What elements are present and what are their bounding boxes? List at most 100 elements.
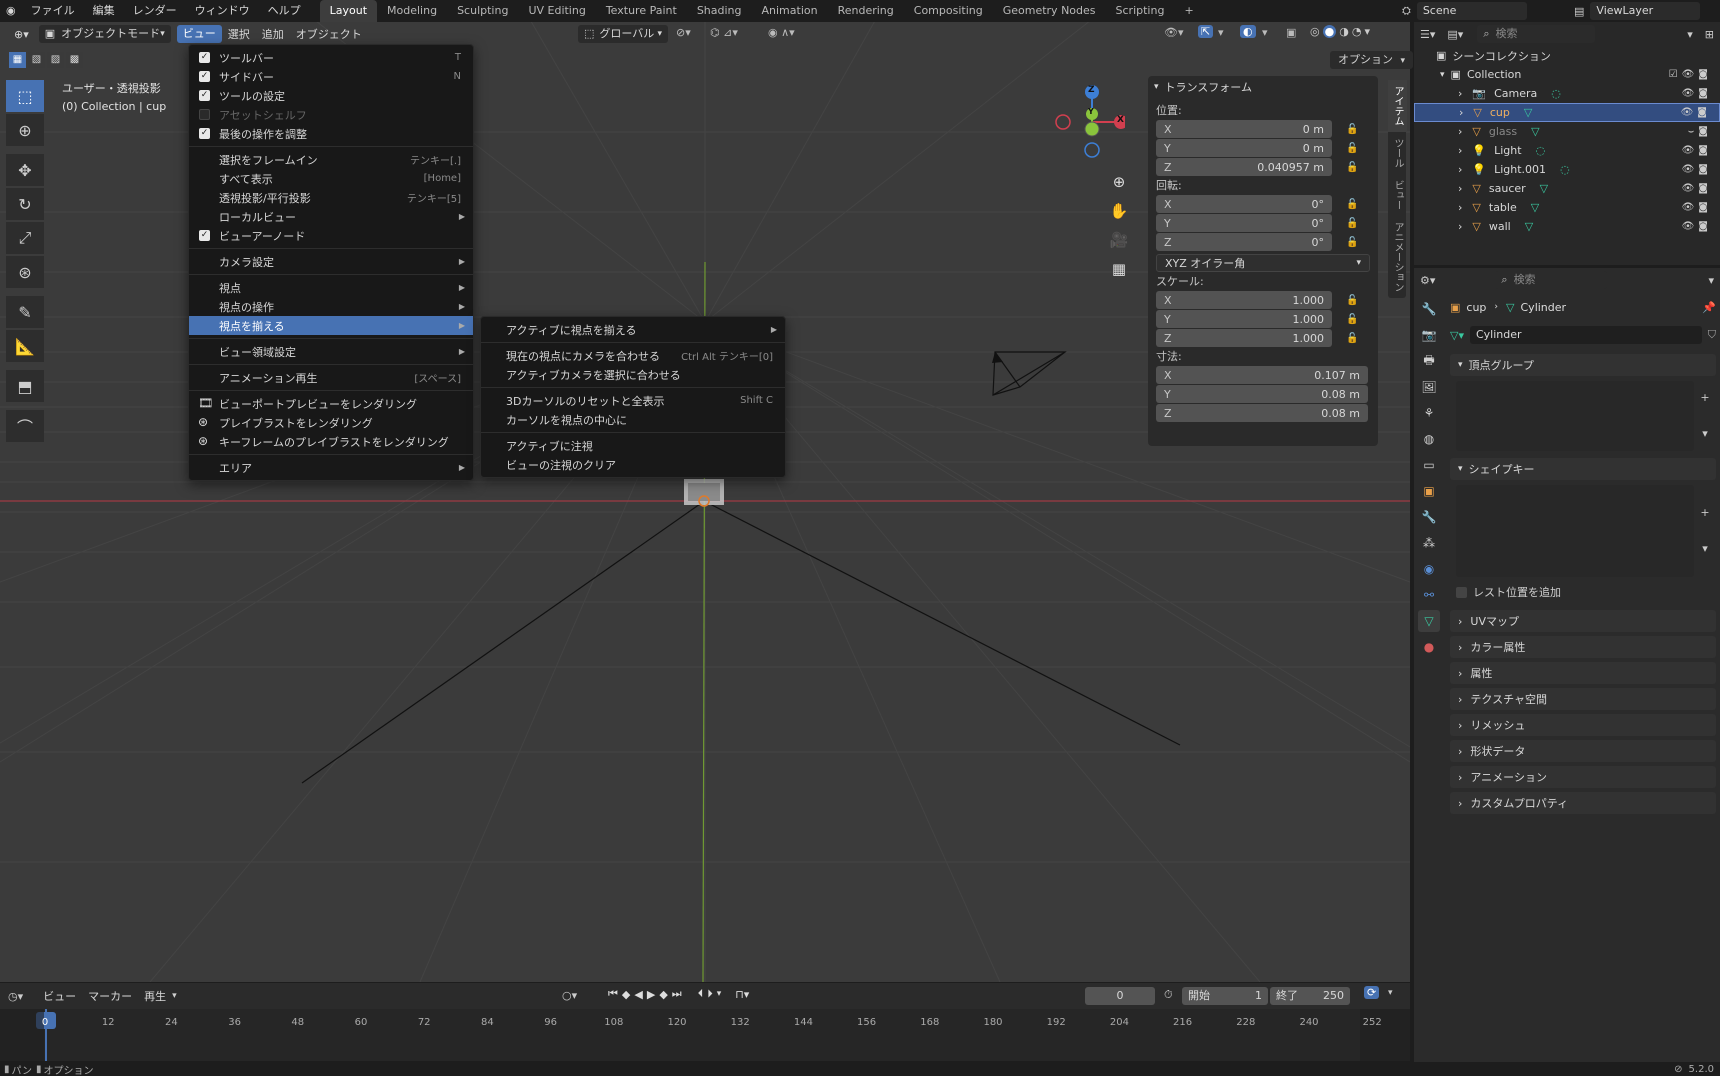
checkbox-icon[interactable] (199, 109, 210, 120)
vertex-groups-header[interactable]: ▾ 頂点グループ (1450, 354, 1716, 376)
zoom-icon[interactable]: ⊕ (1108, 168, 1130, 197)
transform-panel-header[interactable]: ▾ トランスフォーム (1148, 76, 1378, 98)
fake-user-icon[interactable]: ⛉ (1708, 328, 1716, 342)
shape-keys-listbox[interactable] (1456, 485, 1694, 577)
tab-layout[interactable]: Layout (319, 0, 378, 22)
chevron-right-icon[interactable]: › (1458, 87, 1462, 100)
align-menu-item[interactable]: 現在の視点にカメラを合わせる Ctrl Alt テンキー[0] (481, 346, 785, 365)
collapsed-panel-header[interactable]: › 形状データ (1450, 740, 1716, 762)
particles-tab-icon[interactable]: ⁂ (1418, 532, 1440, 554)
editor-type-icon[interactable]: ⊕▾ (8, 28, 35, 41)
view-menu-item[interactable]: 選択をフレームイン テンキー[.] (189, 150, 473, 169)
location-field[interactable]: X 0 m (1156, 120, 1332, 138)
lock-icon[interactable]: 🔓 (1346, 237, 1358, 248)
rotation-mode-dropdown[interactable]: XYZ オイラー角 ▾ (1156, 254, 1370, 272)
tab-animation[interactable]: Animation (752, 0, 828, 22)
menu-view[interactable]: ビュー (176, 25, 222, 43)
menu-window[interactable]: ウィンドウ (186, 0, 259, 22)
render-tab-icon[interactable]: 📷 (1418, 324, 1440, 346)
scene-collection-row[interactable]: ▣ シーンコレクション (1414, 46, 1720, 65)
chevron-down-icon[interactable]: ▾ (1388, 988, 1393, 998)
chevron-right-icon[interactable]: › (1458, 220, 1462, 233)
rotation-field[interactable]: Y 0° (1156, 214, 1332, 232)
transform-orientation-dropdown[interactable]: ⬚ グローバル ▾ (578, 25, 668, 43)
lock-icon[interactable]: 🔓 (1346, 314, 1358, 325)
proportional-edit-icon[interactable]: ◉ ∧▾ (768, 26, 795, 39)
menu-select[interactable]: 選択 (222, 26, 256, 42)
editor-type-icon[interactable]: ◷▾ (8, 990, 23, 1003)
collapsed-panel-header[interactable]: › リメッシュ (1450, 714, 1716, 736)
curve-tool-icon[interactable]: ⌒ (6, 410, 44, 442)
viewlayer-name-field[interactable]: ViewLayer (1590, 2, 1701, 20)
dimensions-field[interactable]: X 0.107 m (1156, 366, 1368, 384)
rest-position-checkbox[interactable] (1456, 586, 1467, 598)
chevron-down-icon[interactable]: ▾ (1364, 25, 1370, 38)
location-field[interactable]: Z 0.040957 m (1156, 158, 1332, 176)
xray-icon[interactable]: ▣ (1286, 26, 1296, 39)
cursor-tool-icon[interactable]: ⊕ (6, 114, 44, 146)
vertex-groups-listbox[interactable] (1456, 381, 1694, 451)
scene-selector[interactable]: ⛭ Scene (1402, 2, 1527, 20)
frame-ruler[interactable]: 0 12 24 36 48 60 72 84 96 108 120 132 144 156 168 180 19… (0, 1009, 1410, 1061)
keying-icon[interactable]: ○▾ (562, 989, 577, 1002)
menu-render[interactable]: レンダー (124, 0, 186, 22)
collapsed-panel-header[interactable]: › UVマップ (1450, 610, 1716, 632)
outliner-item[interactable]: › ▽ glass ▽ ⌣◙ (1414, 122, 1720, 141)
tab-scripting[interactable]: Scripting (1106, 0, 1175, 22)
play-reverse-icon[interactable]: ◀ (634, 988, 642, 1001)
editor-type-icon[interactable]: ⚙▾ (1420, 274, 1435, 287)
lock-icon[interactable]: 🔓 (1346, 143, 1358, 154)
chevron-right-icon[interactable]: › (1458, 182, 1462, 195)
menu-view[interactable]: ビュー (37, 988, 82, 1004)
rotation-field[interactable]: X 0° (1156, 195, 1332, 213)
material-shading-icon[interactable]: ◑ (1339, 25, 1349, 38)
annotate-tool-icon[interactable]: ✎ (6, 296, 44, 328)
tab-shading[interactable]: Shading (687, 0, 752, 22)
physics-tab-icon[interactable]: ◉ (1418, 558, 1440, 580)
scale-field[interactable]: Z 1.000 (1156, 329, 1332, 347)
outliner-item[interactable]: › ▽ cup ▽ 👁◙ (1414, 103, 1720, 122)
camera-view-icon[interactable]: 🎥 (1108, 226, 1130, 255)
rotation-field[interactable]: Z 0° (1156, 233, 1332, 251)
view-menu-item[interactable]: ✓ ツールバー T (189, 48, 473, 67)
ortho-grid-icon[interactable]: ▦ (1108, 255, 1130, 284)
chevron-right-icon[interactable]: › (1459, 106, 1463, 119)
view-menu-item[interactable]: 🎞 ビューポートプレビューをレンダリング (189, 394, 473, 413)
prev-key-icon[interactable]: ◆ (622, 988, 630, 1001)
chevron-down-icon[interactable]: ▾ (1694, 538, 1716, 560)
view-menu-item[interactable]: 透視投影/平行投影 テンキー[5] (189, 188, 473, 207)
chevron-right-icon[interactable]: › (1458, 201, 1462, 214)
current-frame-field[interactable]: 0 (1085, 987, 1155, 1005)
view-menu-item[interactable]: ✓ ツールの設定 (189, 86, 473, 105)
lock-icon[interactable]: 🔓 (1346, 295, 1358, 306)
mesh-data-icon[interactable]: ▽▾ (1450, 329, 1464, 342)
outliner-search-input[interactable]: ⌕ 検索 (1477, 25, 1596, 43)
select-subtract-icon[interactable]: ▨ (47, 52, 64, 68)
mode-dropdown[interactable]: ▣ オブジェクトモード ▾ (38, 25, 171, 43)
chevron-down-icon[interactable]: ▾ (717, 989, 722, 999)
tab-compositing[interactable]: Compositing (904, 0, 993, 22)
end-frame-field[interactable]: 終了 250 (1270, 987, 1350, 1005)
outliner-item[interactable]: › 📷 Camera ◌ 👁◙ (1414, 84, 1720, 103)
tab-sculpting[interactable]: Sculpting (447, 0, 518, 22)
align-menu-item[interactable]: アクティブに注視 (481, 436, 785, 455)
clock-icon[interactable]: ⏱ (1164, 988, 1173, 1002)
view-menu-item[interactable]: ⊛ キーフレームのプレイブラストをレンダリング (189, 432, 473, 451)
lock-icon[interactable]: 🔓 (1346, 124, 1358, 135)
collection-row[interactable]: ▾ ▣ Collection ☑👁◙ (1414, 65, 1720, 84)
data-link-icon[interactable]: ▽ (1531, 201, 1539, 214)
view-layer-tab-icon[interactable]: 🖼 (1418, 376, 1440, 398)
properties-search-input[interactable]: ⌕ 検索 (1495, 271, 1608, 289)
solid-shading-icon[interactable]: ● (1322, 25, 1337, 38)
view-menu-item[interactable]: ✓ ビューアーノード (189, 226, 473, 245)
visibility-icons[interactable]: 👁◙ (1682, 202, 1712, 213)
data-link-icon[interactable]: ◌ (1560, 163, 1570, 176)
menu-file[interactable]: ファイル (22, 0, 84, 22)
align-menu-item[interactable]: 3Dカーソルのリセットと全表示 Shift C (481, 391, 785, 410)
visibility-icon[interactable]: 👁▾ (1164, 26, 1184, 39)
move-tool-icon[interactable]: ✥ (6, 154, 44, 186)
start-frame-field[interactable]: 開始 1 (1182, 987, 1268, 1005)
rotate-tool-icon[interactable]: ↻ (6, 188, 44, 220)
shape-keys-header[interactable]: ▾ シェイプキー (1450, 458, 1716, 480)
jump-end-icon[interactable]: ⏭ (672, 987, 682, 1001)
